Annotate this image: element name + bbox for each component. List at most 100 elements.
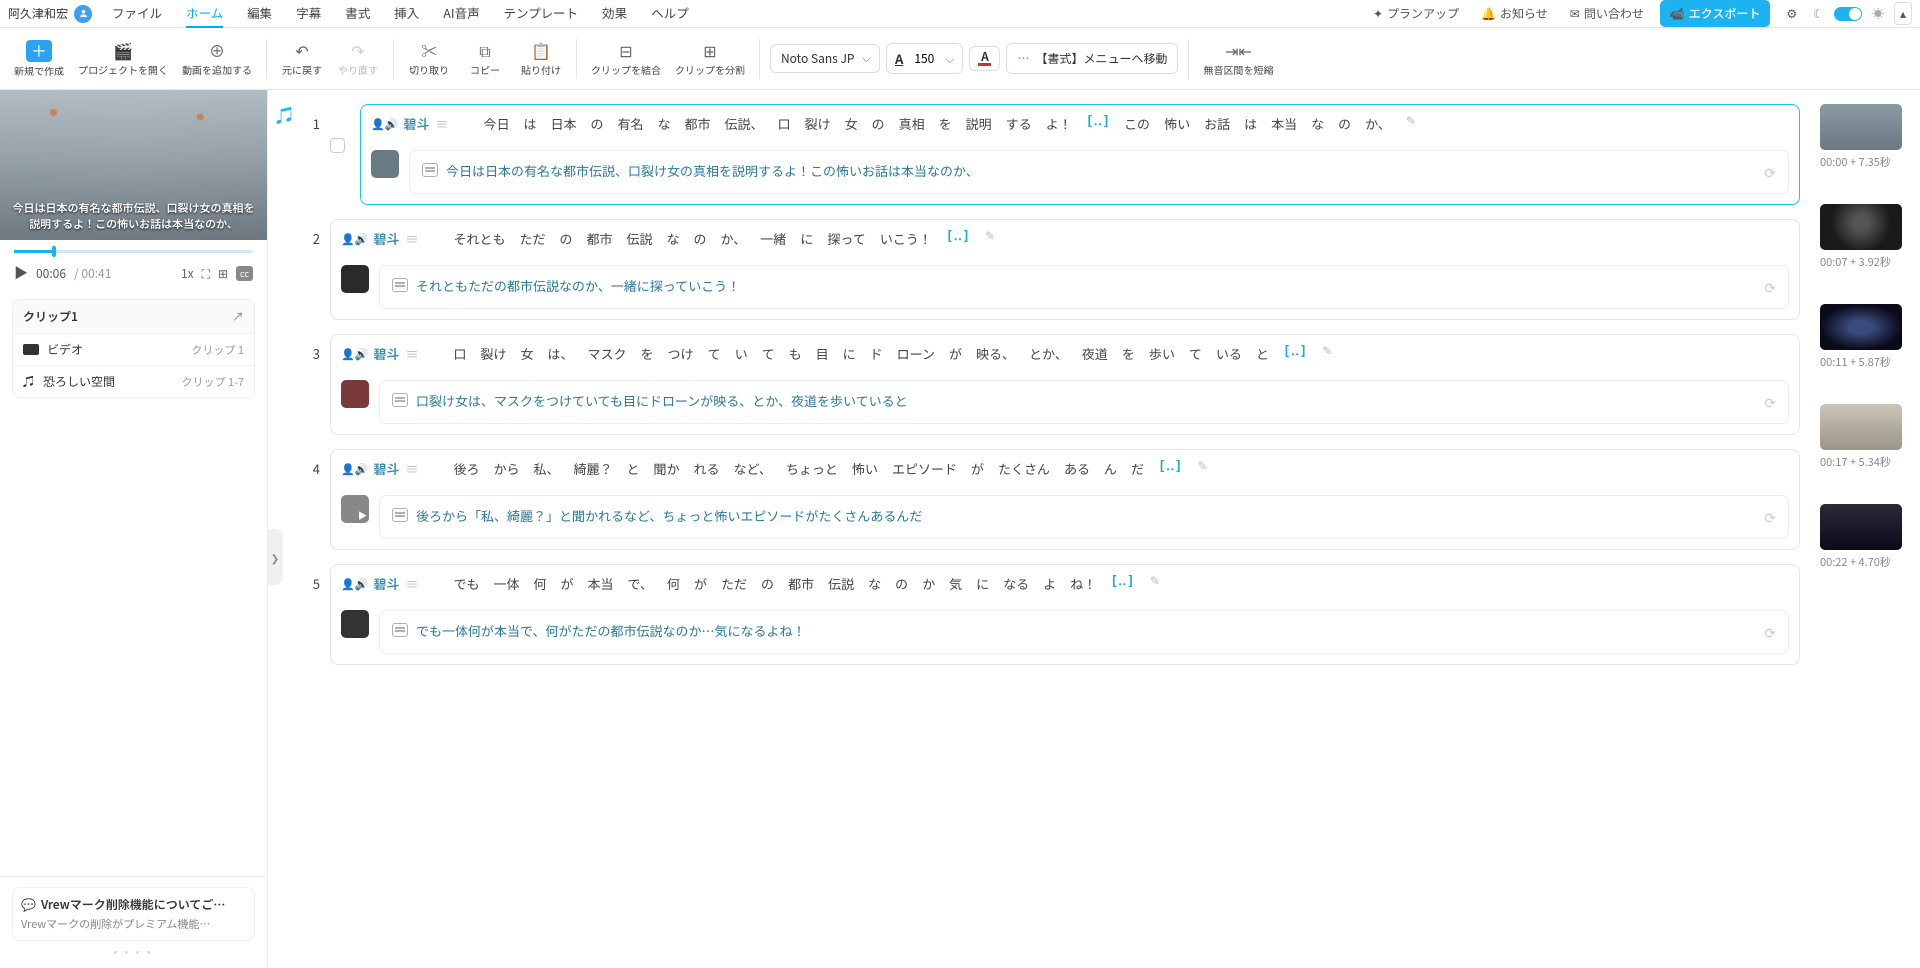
clip-thumbnail[interactable]: [341, 380, 369, 408]
pause-token[interactable]: [‥]: [941, 227, 975, 250]
word-token[interactable]: など、: [729, 457, 777, 480]
timeline-thumbnail[interactable]: 00:17 + 5.34秒: [1820, 404, 1910, 470]
word-token[interactable]: の: [890, 572, 913, 595]
word-token[interactable]: この: [1119, 112, 1155, 135]
word-token[interactable]: な: [863, 572, 886, 595]
word-token[interactable]: 女: [515, 342, 538, 365]
word-token[interactable]: 気: [944, 572, 967, 595]
subtitle-box[interactable]: でも一体何が本当で、何がただの都市伝説なのか…気になるよね！ ⟳: [379, 610, 1789, 654]
word-token[interactable]: いる: [1211, 342, 1247, 365]
refresh-icon[interactable]: ⟳: [1764, 508, 1776, 528]
menu-file[interactable]: ファイル: [112, 0, 162, 28]
word-token[interactable]: お話: [1199, 112, 1235, 135]
word-token[interactable]: 都市: [783, 572, 819, 595]
edit-pencil-icon[interactable]: ✎: [985, 227, 995, 250]
settings-gear-icon[interactable]: ⚙: [1780, 1, 1803, 26]
word-token[interactable]: 夜道: [1077, 342, 1113, 365]
word-token[interactable]: な: [662, 227, 685, 250]
font-select[interactable]: Noto Sans JP: [770, 44, 880, 73]
word-token[interactable]: 綺麗？: [568, 457, 617, 480]
word-token[interactable]: 口: [448, 342, 471, 365]
word-token[interactable]: ド: [865, 342, 888, 365]
menu-aivoice[interactable]: AI音声: [443, 0, 479, 28]
word-token[interactable]: ん: [1099, 457, 1122, 480]
clip-card[interactable]: 1 👤🔊 碧斗 ≡ 今日は日本の有名な都市伝説、口裂け女の真相を説明するよ！[‥…: [298, 104, 1800, 205]
word-token[interactable]: は、: [542, 342, 578, 365]
menu-style[interactable]: 書式: [345, 0, 370, 28]
paste-button[interactable]: 📋貼り付け: [516, 39, 566, 77]
export-button[interactable]: 📹 エクスポート: [1660, 0, 1771, 27]
notice-card[interactable]: 💬Vrewマーク削除機能についてご… Vrewマークの削除がプレミアム機能…: [12, 887, 255, 941]
pause-token[interactable]: [‥]: [1278, 342, 1312, 365]
word-token[interactable]: つけ: [663, 342, 699, 365]
word-token[interactable]: の: [1333, 112, 1356, 135]
word-token[interactable]: いこう！: [875, 227, 937, 250]
refresh-icon[interactable]: ⟳: [1764, 278, 1776, 298]
word-token[interactable]: 都市: [581, 227, 617, 250]
word-token[interactable]: 伝説: [823, 572, 859, 595]
menu-home[interactable]: ホーム: [186, 0, 223, 28]
word-token[interactable]: 裂け: [475, 342, 511, 365]
word-token[interactable]: か: [917, 572, 940, 595]
shrink-silence-button[interactable]: ⇥⇤無音区間を短縮: [1199, 39, 1277, 77]
word-token[interactable]: て: [703, 342, 726, 365]
word-token[interactable]: の: [867, 112, 890, 135]
timeline-thumbnail[interactable]: 00:22 + 4.70秒: [1820, 504, 1910, 570]
copy-button[interactable]: ⧉コピー: [460, 39, 510, 77]
word-token[interactable]: 真相: [894, 112, 930, 135]
clip-thumbnail[interactable]: [341, 610, 369, 638]
word-token[interactable]: 裂け: [800, 112, 836, 135]
subtitle-box[interactable]: それともただの都市伝説なのか、一緒に探っていこう！ ⟳: [379, 265, 1789, 309]
menu-subtitle[interactable]: 字幕: [296, 0, 321, 28]
word-token[interactable]: て: [757, 342, 780, 365]
drag-handle-icon[interactable]: ≡: [405, 459, 418, 478]
play-button[interactable]: ▶: [14, 263, 28, 283]
clip-card[interactable]: 3 👤🔊 碧斗 ≡ 口裂け女は、マスクをつけていても目にドローンが映る、とか、夜…: [298, 334, 1800, 435]
word-token[interactable]: の: [554, 227, 577, 250]
speaker-chip[interactable]: 👤🔊 碧斗: [341, 574, 399, 593]
menu-insert[interactable]: 挿入: [394, 0, 419, 28]
word-token[interactable]: な: [1306, 112, 1329, 135]
word-token[interactable]: ね！: [1065, 572, 1101, 595]
word-token[interactable]: 日本: [545, 112, 581, 135]
word-token[interactable]: は: [1239, 112, 1262, 135]
video-preview[interactable]: 今日は日本の有名な都市伝説、口裂け女の真相を説明するよ！この怖いお話は本当なのか…: [0, 90, 267, 240]
word-token[interactable]: 一緒: [755, 227, 791, 250]
undo-button[interactable]: ↶元に戻す: [277, 39, 327, 77]
word-token[interactable]: 怖い: [1159, 112, 1195, 135]
word-token[interactable]: 本当: [1266, 112, 1302, 135]
word-token[interactable]: とか、: [1024, 342, 1073, 365]
timeline-thumbnail[interactable]: 00:07 + 3.92秒: [1820, 204, 1910, 270]
font-size-input[interactable]: [909, 50, 939, 67]
open-project-button[interactable]: 🎬プロジェクトを開く: [74, 39, 172, 77]
word-token[interactable]: か、: [716, 227, 752, 250]
drag-handle-icon[interactable]: ≡: [435, 114, 448, 133]
word-token[interactable]: て: [1184, 342, 1207, 365]
word-token[interactable]: 聞か: [649, 457, 685, 480]
speaker-chip[interactable]: 👤🔊 碧斗: [371, 114, 429, 133]
edit-pencil-icon[interactable]: ✎: [1406, 112, 1416, 135]
word-token[interactable]: ただ: [514, 227, 550, 250]
edit-pencil-icon[interactable]: ✎: [1197, 457, 1207, 480]
word-token[interactable]: ちょっと: [781, 457, 843, 480]
menu-effect[interactable]: 効果: [602, 0, 627, 28]
menu-help[interactable]: ヘルプ: [651, 0, 689, 28]
word-token[interactable]: 口: [773, 112, 796, 135]
word-token[interactable]: は: [518, 112, 541, 135]
word-token[interactable]: 有名: [613, 112, 649, 135]
word-token[interactable]: それとも: [448, 227, 510, 250]
word-token[interactable]: の: [585, 112, 608, 135]
word-token[interactable]: が: [944, 342, 967, 365]
word-token[interactable]: と: [1251, 342, 1274, 365]
cut-button[interactable]: ✂切り取り: [404, 39, 454, 77]
word-token[interactable]: も: [784, 342, 807, 365]
word-token[interactable]: か、: [1360, 112, 1396, 135]
new-button[interactable]: ＋新規で作成: [10, 38, 68, 78]
fullscreen-icon[interactable]: ⛶: [202, 265, 210, 282]
grid-icon[interactable]: ⊞: [218, 265, 228, 282]
timeline-thumbnail[interactable]: 00:11 + 5.87秒: [1820, 304, 1910, 370]
word-token[interactable]: 何: [528, 572, 551, 595]
word-token[interactable]: 歩い: [1144, 342, 1180, 365]
clip-video-row[interactable]: ビデオ クリップ 1: [13, 333, 254, 365]
word-token[interactable]: よ: [1038, 572, 1061, 595]
